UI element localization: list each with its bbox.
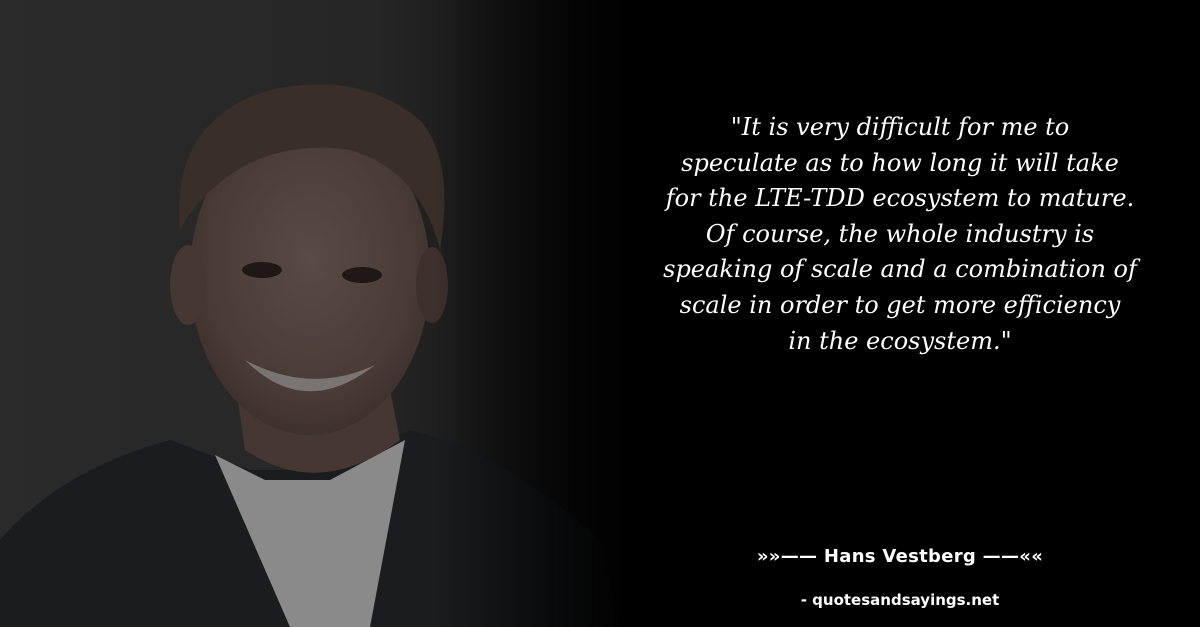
quote-text: "It is very difficult for me to speculat… [630, 110, 1170, 359]
quote-line: scale in order to get more efficiency [679, 290, 1121, 319]
quote-author: »»—— Hans Vestberg ——«« [756, 546, 1044, 567]
quote-line: for the LTE-TDD ecosystem to mature. [665, 184, 1135, 213]
quote-line: speaking of scale and a combination of [663, 255, 1137, 284]
quote-line: "It is very difficult for me to [730, 113, 1070, 141]
portrait-fade-overlay [0, 0, 700, 627]
quote-line: Of course, the whole industry is [705, 219, 1095, 248]
quote-line: speculate as to how long it will take [681, 148, 1119, 177]
source-site: - quotesandsayings.net [800, 591, 1000, 609]
quote-card: "It is very difficult for me to speculat… [0, 0, 1200, 627]
quote-line: in the ecosystem." [788, 326, 1012, 355]
